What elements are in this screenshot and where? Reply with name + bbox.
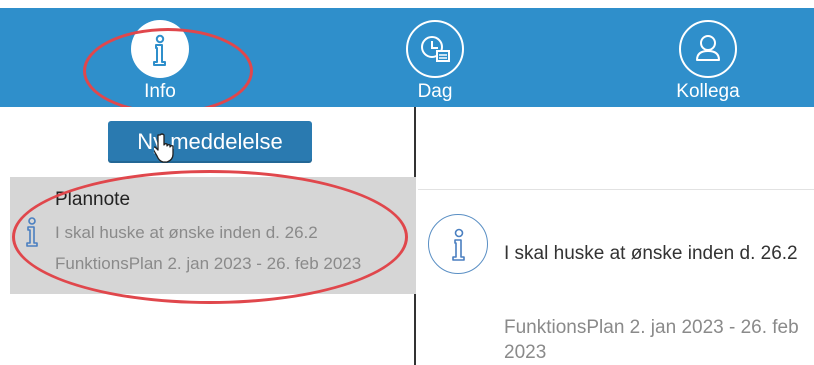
divider [418,189,814,190]
hand-cursor-icon [152,133,178,168]
person-icon [679,20,737,78]
list-item-subtitle: FunktionsPlan 2. jan 2023 - 26. feb 2023 [55,254,362,273]
info-icon [131,20,189,78]
tab-info[interactable]: Info [85,8,235,107]
new-message-button[interactable]: Ny meddelelse [108,121,312,163]
info-icon [24,217,40,252]
tab-dag-label: Dag [417,81,453,102]
info-icon [428,214,488,274]
tab-kollega-label: Kollega [676,81,740,102]
list-item-text: I skal huske at ønske inden d. 26.2 [55,223,318,242]
list-item-plannote[interactable]: Plannote I skal huske at ønske inden d. … [10,177,416,294]
tab-dag[interactable]: Dag [360,8,510,107]
message-detail-subtitle: FunktionsPlan 2. jan 2023 - 26. feb 2023 [504,317,799,363]
list-item-title: Plannote [55,189,131,210]
tab-info-label: Info [144,81,176,102]
top-edge [0,0,814,8]
message-detail-panel: I skal huske at ønske inden d. 26.2 Funk… [418,107,814,365]
message-list-panel: Ny meddelelse Plannote I skal huske at ø… [0,107,416,365]
calendar-clock-icon [406,20,464,78]
tab-kollega[interactable]: Kollega [633,8,783,107]
message-detail-text: I skal huske at ønske inden d. 26.2 [504,243,798,264]
